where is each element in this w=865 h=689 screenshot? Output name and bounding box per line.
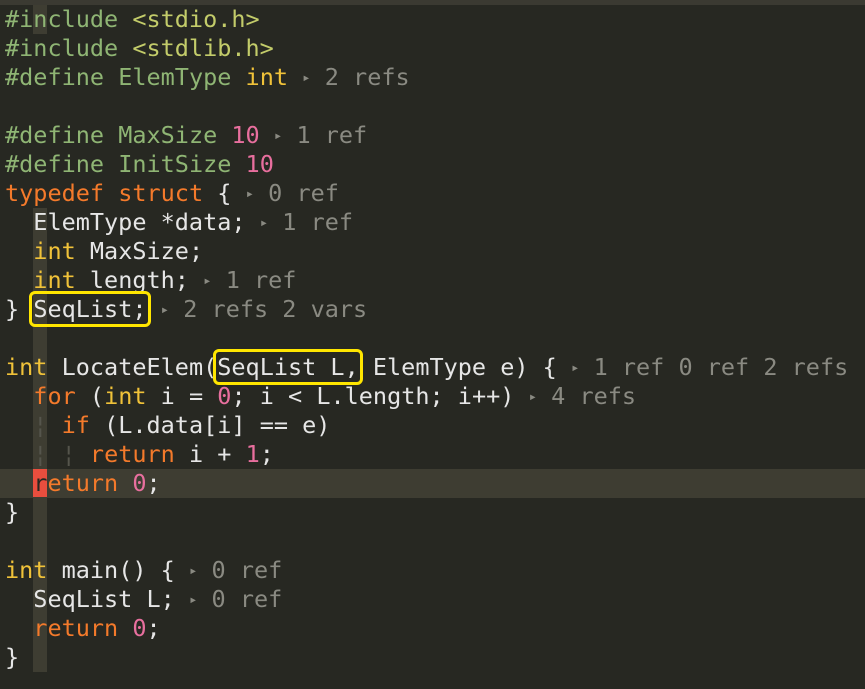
- code-line-15[interactable]: ¦ if (L.data[i] == e): [5, 411, 330, 440]
- triangle-right-icon[interactable]: ▸: [260, 215, 268, 231]
- indent-guide-icon: ¦: [33, 411, 48, 439]
- variable-declaration: SeqList L;: [33, 585, 175, 613]
- keyword: if: [61, 411, 90, 439]
- number-literal: 10: [231, 121, 260, 149]
- code-line-16[interactable]: ¦ ¦ return i + 1;: [5, 440, 274, 469]
- triangle-right-icon[interactable]: ▸: [189, 592, 197, 608]
- function-name: LocateElem(: [61, 353, 218, 381]
- parameter-list: ElemType e) {: [372, 353, 557, 381]
- indent-guide-icon: ¦: [61, 440, 76, 468]
- preprocessor-directive: #include: [5, 5, 119, 33]
- indent-guide-icon: ¦: [33, 440, 48, 468]
- preprocessor-directive: #include: [5, 34, 119, 62]
- code-line-17[interactable]: return 0;: [5, 469, 161, 498]
- number-literal: 0: [132, 469, 147, 497]
- semicolon: ;: [146, 469, 161, 497]
- close-brace: }: [5, 295, 20, 323]
- number-literal: 0: [132, 614, 147, 642]
- open-brace: {: [217, 179, 232, 207]
- triangle-right-icon[interactable]: ▸: [161, 302, 169, 318]
- code-line-23[interactable]: }: [5, 643, 19, 672]
- return-expression: i +: [188, 440, 232, 468]
- reference-hint[interactable]: 1 ref: [226, 266, 297, 294]
- code-line-8[interactable]: ElemType *data; ▸ 1 ref: [5, 208, 353, 237]
- reference-hint[interactable]: 0 ref: [212, 585, 283, 613]
- reference-hint[interactable]: 2 refs 2 vars: [183, 295, 367, 323]
- keyword: struct: [118, 179, 204, 207]
- semicolon: ;: [146, 614, 161, 642]
- code-line-1[interactable]: #include <stdio.h>: [5, 5, 260, 34]
- preprocessor-directive: #define: [5, 121, 105, 149]
- triangle-right-icon[interactable]: ▸: [189, 563, 197, 579]
- number-literal: 1: [245, 440, 260, 468]
- include-path: <stdlib.h>: [132, 34, 274, 62]
- close-brace: }: [5, 643, 20, 671]
- reference-hint[interactable]: 1 ref 0 ref 2 refs: [594, 353, 849, 381]
- loop-condition: ; i < L.length; i++): [231, 382, 515, 410]
- struct-field: ElemType *data;: [33, 208, 246, 236]
- code-line-22[interactable]: return 0;: [5, 614, 161, 643]
- triangle-right-icon[interactable]: ▸: [246, 186, 254, 202]
- code-line-14[interactable]: for (int i = 0; i < L.length; i++) ▸ 4 r…: [5, 382, 636, 411]
- type-keyword: int: [33, 237, 76, 265]
- keyword: eturn: [47, 469, 119, 497]
- code-line-20[interactable]: int main() { ▸ 0 ref: [5, 556, 282, 585]
- type-keyword: int: [5, 556, 48, 584]
- struct-field: length;: [89, 266, 189, 294]
- code-editor[interactable]: #include <stdio.h> #include <stdlib.h> #…: [0, 0, 865, 689]
- condition: (L.data[i] == e): [104, 411, 331, 439]
- code-line-3[interactable]: #define ElemType int ▸ 2 refs: [5, 63, 410, 92]
- reference-hint[interactable]: 2 refs: [325, 63, 410, 91]
- code-line-7[interactable]: typedef struct { ▸ 0 ref: [5, 179, 339, 208]
- code-line-18[interactable]: }: [5, 498, 19, 527]
- keyword: return: [89, 440, 175, 468]
- highlighted-parameter[interactable]: SeqList L,: [213, 349, 363, 385]
- triangle-right-icon[interactable]: ▸: [302, 70, 310, 86]
- loop-init: i =: [160, 382, 204, 410]
- text-cursor: r: [33, 469, 48, 497]
- triangle-right-icon[interactable]: ▸: [571, 360, 579, 376]
- highlighted-type-name[interactable]: SeqList;: [29, 291, 151, 327]
- semicolon: ;: [259, 440, 274, 468]
- close-brace: }: [5, 498, 20, 526]
- triangle-right-icon[interactable]: ▸: [203, 273, 211, 289]
- triangle-right-icon[interactable]: ▸: [529, 389, 537, 405]
- reference-hint[interactable]: 1 ref: [296, 121, 367, 149]
- keyword: return: [33, 614, 119, 642]
- type-keyword: int: [5, 353, 48, 381]
- keyword: typedef: [5, 179, 105, 207]
- macro-name: InitSize: [118, 150, 232, 178]
- type-keyword: int: [104, 382, 147, 410]
- triangle-right-icon[interactable]: ▸: [274, 128, 282, 144]
- code-line-2[interactable]: #include <stdlib.h>: [5, 34, 274, 63]
- number-literal: 10: [245, 150, 274, 178]
- code-line-21[interactable]: SeqList L; ▸ 0 ref: [5, 585, 282, 614]
- code-line-10[interactable]: int length; ▸ 1 ref: [5, 266, 296, 295]
- code-line-6[interactable]: #define InitSize 10: [5, 150, 274, 179]
- reference-hint[interactable]: 4 refs: [551, 382, 636, 410]
- preprocessor-directive: #define: [5, 150, 105, 178]
- preprocessor-directive: #define: [5, 63, 105, 91]
- paren: (: [89, 382, 105, 410]
- keyword: for: [33, 382, 76, 410]
- number-literal: 0: [217, 382, 232, 410]
- reference-hint[interactable]: 0 ref: [212, 556, 283, 584]
- code-line-13[interactable]: int LocateElem(SeqList L, ElemType e) { …: [5, 349, 849, 385]
- function-signature: main() {: [61, 556, 175, 584]
- type-keyword: int: [33, 266, 76, 294]
- struct-field: MaxSize;: [89, 237, 204, 265]
- macro-name: MaxSize: [118, 121, 218, 149]
- code-line-11[interactable]: } SeqList; ▸ 2 refs 2 vars: [5, 291, 367, 327]
- macro-name: ElemType: [118, 63, 232, 91]
- code-line-9[interactable]: int MaxSize;: [5, 237, 203, 266]
- code-line-5[interactable]: #define MaxSize 10 ▸ 1 ref: [5, 121, 367, 150]
- reference-hint[interactable]: 1 ref: [282, 208, 353, 236]
- reference-hint[interactable]: 0 ref: [268, 179, 339, 207]
- include-path: <stdio.h>: [132, 5, 260, 33]
- type-keyword: int: [245, 63, 288, 91]
